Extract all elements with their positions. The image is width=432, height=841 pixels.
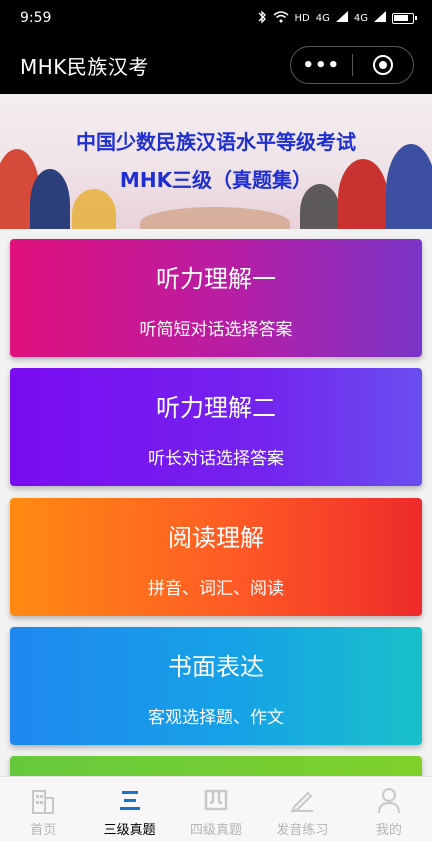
signal-icon bbox=[335, 11, 348, 25]
more-dots-icon: ••• bbox=[302, 54, 340, 76]
tab-label: 首页 bbox=[30, 823, 57, 838]
tab-label: 三级真题 bbox=[103, 823, 156, 838]
card-listening-1[interactable]: 听力理解一 听简短对话选择答案 bbox=[10, 239, 422, 357]
building-icon bbox=[30, 785, 56, 815]
status-bar: 9:59 HD 4G 4G bbox=[0, 0, 432, 36]
miniprogram-capsule: ••• bbox=[290, 46, 414, 84]
tab-home[interactable]: 首页 bbox=[0, 777, 86, 841]
tab-bar: 首页 三级真题 四级真题 发音练习 我的 bbox=[0, 776, 432, 841]
tab-level3[interactable]: 三级真题 bbox=[86, 777, 172, 841]
card-subtitle: 拼音、词汇、阅读 bbox=[148, 579, 284, 599]
network-label-4g-1: 4G bbox=[315, 12, 330, 24]
tab-label: 四级真题 bbox=[190, 823, 243, 838]
pen-paper-icon bbox=[288, 785, 316, 815]
four-char-icon bbox=[203, 785, 229, 815]
tab-label: 我的 bbox=[375, 823, 402, 838]
navbar: MHK民族汉考 ••• bbox=[0, 36, 432, 94]
tab-profile[interactable]: 我的 bbox=[346, 777, 432, 841]
person-icon bbox=[376, 785, 402, 815]
card-listening-2[interactable]: 听力理解二 听长对话选择答案 bbox=[10, 368, 422, 486]
battery-icon bbox=[392, 12, 417, 24]
banner-subtitle: MHK三级（真题集） bbox=[119, 168, 313, 192]
card-writing[interactable]: 书面表达 客观选择题、作文 bbox=[10, 627, 422, 745]
card-subtitle: 客观选择题、作文 bbox=[148, 708, 284, 728]
wifi-icon bbox=[273, 10, 289, 26]
target-circle-icon bbox=[372, 55, 393, 75]
card-reading[interactable]: 阅读理解 拼音、词汇、阅读 bbox=[10, 498, 422, 616]
card-title: 书面表达 bbox=[168, 653, 264, 681]
tab-label: 发音练习 bbox=[276, 823, 329, 838]
status-icons: HD 4G 4G bbox=[257, 9, 417, 27]
network-label-4g-2: 4G bbox=[353, 12, 368, 24]
status-time: 9:59 bbox=[20, 10, 52, 26]
card-title: 听力理解一 bbox=[156, 265, 276, 293]
card-title: 阅读理解 bbox=[168, 524, 264, 552]
page-title: MHK民族汉考 bbox=[20, 54, 149, 79]
card-subtitle: 听长对话选择答案 bbox=[148, 449, 284, 469]
tab-level4[interactable]: 四级真题 bbox=[173, 777, 259, 841]
card-subtitle: 听简短对话选择答案 bbox=[139, 320, 293, 340]
more-button[interactable]: ••• bbox=[291, 47, 352, 83]
banner: 中国少数民族汉语水平等级考试 MHK三级（真题集） bbox=[0, 94, 432, 229]
three-bars-icon bbox=[117, 785, 143, 815]
close-miniprogram-button[interactable] bbox=[353, 47, 414, 83]
card-title: 听力理解二 bbox=[156, 394, 276, 422]
tab-pronunciation[interactable]: 发音练习 bbox=[259, 777, 345, 841]
signal-icon-2 bbox=[374, 11, 386, 25]
bluetooth-icon bbox=[257, 9, 267, 27]
banner-title: 中国少数民族汉语水平等级考试 bbox=[76, 130, 356, 154]
network-label-hd: HD bbox=[294, 12, 310, 24]
